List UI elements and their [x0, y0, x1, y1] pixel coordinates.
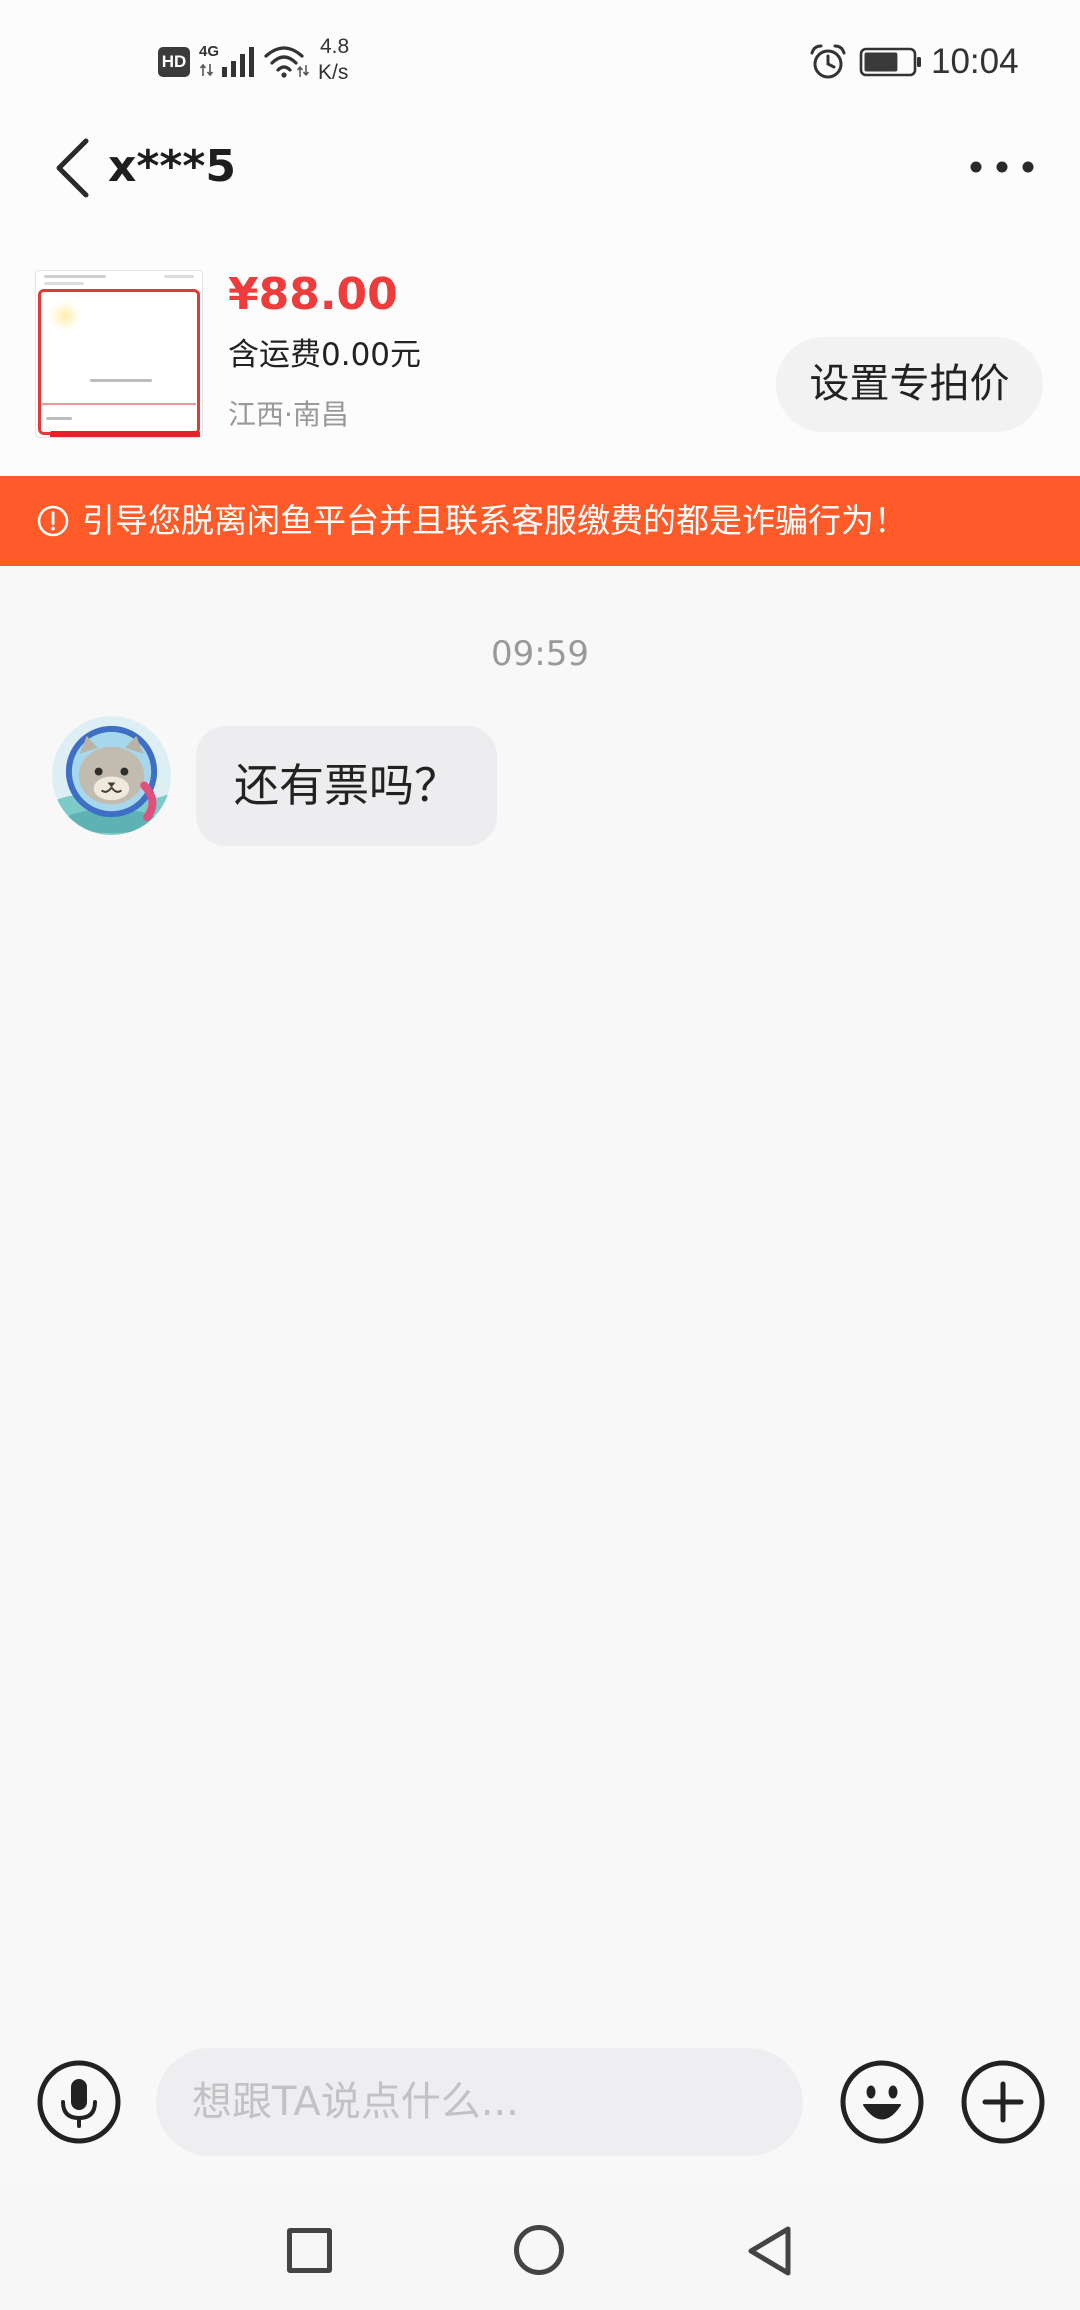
thumbnail-glow — [48, 299, 82, 333]
page-title: x***5 — [108, 141, 237, 192]
thumbnail-bar — [50, 431, 200, 437]
thumbnail-text-line — [164, 275, 194, 278]
network-speed-value: 4.8 — [320, 35, 350, 58]
avatar[interactable] — [52, 716, 171, 835]
emoji-icon — [840, 2060, 924, 2144]
alert-circle-icon — [37, 505, 69, 537]
battery-icon — [859, 47, 921, 77]
product-price: ¥88.00 — [228, 269, 398, 320]
network-type-label: 4G — [199, 43, 220, 60]
more-actions-button[interactable] — [961, 2060, 1045, 2144]
thumbnail-text-line — [44, 282, 84, 285]
voice-button[interactable] — [37, 2060, 121, 2144]
message-timestamp: 09:59 — [491, 634, 589, 674]
thumbnail-caption — [90, 379, 152, 382]
status-time: 10:04 — [931, 42, 1019, 81]
wifi-icon — [264, 46, 310, 78]
message-input[interactable] — [156, 2048, 803, 2156]
avatar-image — [52, 716, 171, 835]
battery-fill — [864, 52, 898, 72]
product-card[interactable]: ¥88.00 含运费0.00元 江西·南昌 设置专拍价 — [0, 240, 1080, 466]
network-speed-unit: K/s — [318, 61, 349, 84]
signal-icon — [222, 47, 254, 77]
plus-circle-icon — [961, 2060, 1045, 2144]
alarm-icon — [810, 44, 846, 79]
set-special-price-button[interactable]: 设置专拍价 — [776, 337, 1043, 432]
thumbnail-label — [46, 417, 72, 420]
message-input-wrapper[interactable] — [156, 2048, 803, 2156]
thumbnail-text-line — [44, 275, 106, 278]
hd-icon: HD — [158, 47, 190, 77]
more-dots-icon — [970, 161, 1034, 173]
message-composer — [0, 2020, 1080, 2181]
chat-area[interactable]: 09:59 还有票吗？ — [0, 566, 1080, 2020]
emoji-button[interactable] — [840, 2060, 924, 2144]
system-nav-bar — [0, 2181, 1080, 2310]
product-location: 江西·南昌 — [228, 398, 349, 431]
product-thumbnail[interactable] — [35, 270, 203, 438]
microphone-icon — [37, 2060, 121, 2144]
chat-header: x***5 — [0, 125, 1080, 215]
message-bubble[interactable]: 还有票吗？ — [196, 726, 498, 846]
recents-square-icon[interactable] — [287, 2228, 332, 2273]
home-circle-icon[interactable] — [514, 2225, 564, 2275]
data-arrows-icon — [199, 63, 214, 77]
thumbnail-divider — [42, 403, 196, 405]
chevron-left-icon — [56, 138, 89, 198]
fraud-warning-banner: 引导您脱离闲鱼平台并且联系客服缴费的都是诈骗行为！ — [0, 476, 1080, 566]
status-bar: HD 4G 4.8 K/s 10:04 — [0, 0, 1080, 125]
shipping-info: 含运费0.00元 — [228, 337, 422, 373]
back-triangle-icon[interactable] — [744, 2226, 794, 2276]
back-button[interactable] — [44, 134, 100, 202]
warning-text: 引导您脱离闲鱼平台并且联系客服缴费的都是诈骗行为！ — [82, 501, 907, 540]
more-button[interactable] — [958, 145, 1044, 189]
